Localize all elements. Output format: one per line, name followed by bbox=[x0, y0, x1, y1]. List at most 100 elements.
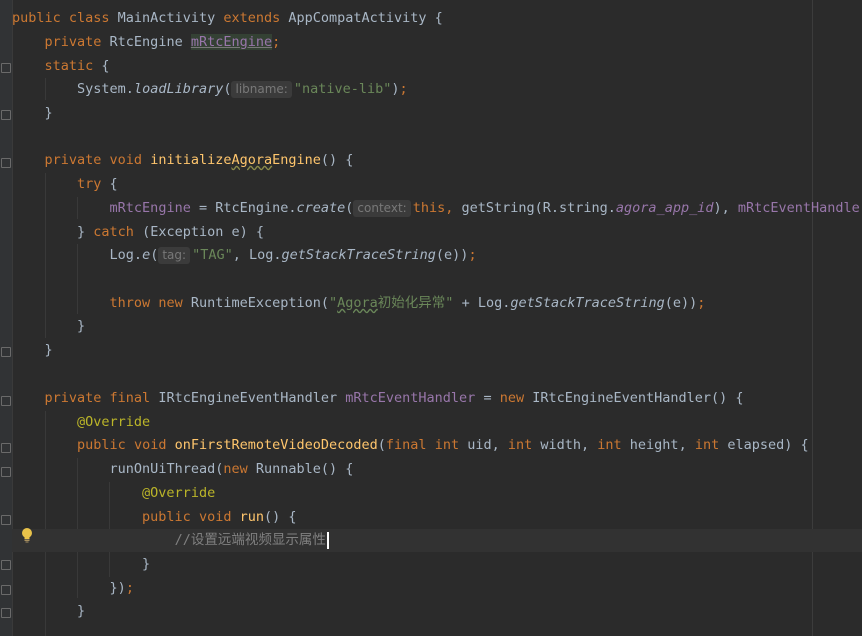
brace: { bbox=[101, 58, 110, 74]
param-hint: libname: bbox=[231, 81, 292, 98]
comment: //设置远端视频显示属性 bbox=[174, 532, 326, 548]
field-name: mRtcEventHandler bbox=[345, 390, 476, 406]
semicolon: ; bbox=[697, 295, 706, 311]
keyword: try bbox=[77, 176, 110, 192]
keyword: final bbox=[109, 390, 159, 406]
brace: } bbox=[44, 342, 53, 358]
lightbulb-icon[interactable] bbox=[18, 526, 36, 544]
field-ref: mRtcEngine bbox=[109, 200, 191, 216]
fold-marker[interactable] bbox=[1, 467, 11, 477]
keyword: this, bbox=[412, 200, 462, 216]
semicolon: ; bbox=[125, 580, 134, 596]
code-line-17[interactable]: private final IRtcEngineEventHandler mRt… bbox=[12, 387, 862, 410]
method-name: onFirstRemoteVideoDecoded bbox=[174, 437, 378, 453]
fold-marker[interactable] bbox=[1, 63, 11, 73]
code-line-8[interactable]: try { bbox=[12, 173, 862, 196]
code-line-5[interactable]: } bbox=[12, 102, 862, 125]
code-line-4[interactable]: System.loadLibrary(libname: "native-lib")… bbox=[12, 78, 862, 101]
brace: } bbox=[77, 603, 86, 619]
code-line-10[interactable]: } catch (Exception e) { bbox=[12, 221, 862, 244]
class-ref: System. bbox=[77, 81, 134, 97]
fold-marker[interactable] bbox=[1, 585, 11, 595]
code-line-11[interactable]: Log.e(tag: "TAG", Log.getStackTraceString… bbox=[12, 244, 862, 267]
string-literal: " bbox=[329, 295, 338, 311]
fold-marker[interactable] bbox=[1, 110, 11, 120]
method-call: create bbox=[296, 200, 346, 216]
code-line-19[interactable]: public void onFirstRemoteVideoDecoded(fi… bbox=[12, 434, 862, 457]
fold-marker[interactable] bbox=[1, 396, 11, 406]
fold-marker[interactable] bbox=[1, 560, 11, 570]
keyword: extends bbox=[223, 10, 289, 26]
keyword: int bbox=[694, 437, 728, 453]
call: , Log. bbox=[232, 247, 282, 263]
brace: } bbox=[44, 105, 53, 121]
assign: = RtcEngine. bbox=[190, 200, 297, 216]
keyword: catch bbox=[93, 224, 143, 240]
type-name: IRtcEngineEventHandler bbox=[158, 390, 346, 406]
fold-marker[interactable] bbox=[1, 608, 11, 618]
keyword: throw bbox=[109, 295, 159, 311]
keyword: private bbox=[44, 152, 110, 168]
field-name: mRtcEngine bbox=[190, 34, 273, 50]
assign: = bbox=[475, 390, 500, 406]
annotation: @Override bbox=[77, 414, 151, 430]
code-line-7[interactable]: private void initializeAgoraEngine() { bbox=[12, 149, 862, 172]
fold-marker[interactable] bbox=[1, 158, 11, 168]
field-ref: mRtcEventHandler bbox=[737, 200, 862, 216]
code-line-3[interactable]: static { bbox=[12, 55, 862, 78]
code-line-15[interactable]: } bbox=[12, 339, 862, 362]
keyword: int bbox=[507, 437, 541, 453]
keyword: private bbox=[44, 34, 110, 50]
method-name: run bbox=[239, 509, 264, 525]
code-line-1[interactable]: public class MainActivity extends AppCom… bbox=[12, 7, 862, 30]
annotation: @Override bbox=[142, 485, 216, 501]
method-name: Agora bbox=[231, 152, 273, 168]
anon-class: Runnable() { bbox=[255, 461, 354, 477]
code-line-21[interactable]: @Override bbox=[12, 482, 862, 505]
keyword: public bbox=[142, 509, 199, 525]
code-line-2[interactable]: private RtcEngine mRtcEngine; bbox=[12, 31, 862, 54]
code-line-23[interactable]: //设置远端视频显示属性 bbox=[12, 529, 862, 552]
paren: () { bbox=[320, 152, 354, 168]
code-line-24[interactable]: } bbox=[12, 553, 862, 576]
paren: ( bbox=[345, 200, 354, 216]
keyword: int bbox=[597, 437, 630, 453]
keyword: void bbox=[198, 509, 240, 525]
method-name: Engine bbox=[272, 152, 321, 168]
fold-marker[interactable] bbox=[1, 515, 11, 525]
code-line-20[interactable]: runOnUiThread(new Runnable() { bbox=[12, 458, 862, 481]
paren: (e)) bbox=[664, 295, 698, 311]
code-line-22[interactable]: public void run() { bbox=[12, 506, 862, 529]
fold-marker[interactable] bbox=[1, 347, 11, 357]
code-line-26[interactable]: } bbox=[12, 600, 862, 623]
fold-marker[interactable] bbox=[1, 443, 11, 453]
paren: (e)) bbox=[435, 247, 469, 263]
brace: } bbox=[142, 556, 151, 572]
type-name: RtcEngine bbox=[109, 34, 191, 50]
string-literal: 初始化异常" bbox=[377, 295, 454, 311]
code-line-18[interactable]: @Override bbox=[12, 411, 862, 434]
paren: () { bbox=[263, 509, 297, 525]
param: width, bbox=[540, 437, 598, 453]
paren: ), bbox=[713, 200, 738, 216]
constructor-call: RuntimeException( bbox=[190, 295, 330, 311]
code-line-13[interactable]: throw new RuntimeException("Agora初始化异常" … bbox=[12, 292, 862, 315]
code-line-9[interactable]: mRtcEngine = RtcEngine.create(context: th… bbox=[12, 197, 862, 220]
param: elapsed) { bbox=[727, 437, 809, 453]
method-call: getStackTraceString bbox=[281, 247, 436, 263]
code-line-14[interactable]: } bbox=[12, 315, 862, 338]
code-line-25[interactable]: }); bbox=[12, 577, 862, 600]
keyword: new bbox=[223, 461, 256, 477]
string-literal: Agora bbox=[337, 295, 378, 311]
semicolon: ; bbox=[399, 81, 408, 97]
paren: ) bbox=[391, 81, 400, 97]
concat: + Log. bbox=[453, 295, 511, 311]
keyword: public class bbox=[12, 10, 118, 26]
param-hint: context: bbox=[353, 200, 411, 217]
anon-class: IRtcEngineEventHandler() { bbox=[532, 390, 744, 406]
superclass-name: AppCompatActivity { bbox=[288, 10, 443, 26]
method-call: getStackTraceString bbox=[510, 295, 665, 311]
class-name: MainActivity bbox=[117, 10, 224, 26]
keyword: public bbox=[77, 437, 134, 453]
keyword: static bbox=[44, 58, 102, 74]
